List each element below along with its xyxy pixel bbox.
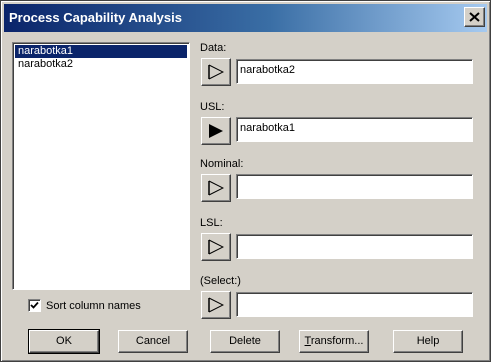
sort-checkbox-label: Sort column names xyxy=(46,300,141,312)
select-label: (Select:) xyxy=(200,275,241,287)
list-item[interactable]: narabotka1 xyxy=(15,45,187,58)
usl-label: USL: xyxy=(200,101,225,113)
close-icon xyxy=(469,12,480,22)
help-button[interactable]: Help xyxy=(393,330,463,353)
arrow-right-filled-icon xyxy=(209,124,223,138)
transform-button[interactable]: Transform... xyxy=(299,330,369,353)
usl-field[interactable]: narabotka1 xyxy=(236,117,473,142)
checkmark-icon xyxy=(30,301,39,309)
usl-assign-button[interactable] xyxy=(201,117,231,145)
sort-checkbox[interactable] xyxy=(28,299,41,312)
close-button[interactable] xyxy=(464,7,485,27)
nominal-field[interactable] xyxy=(236,174,473,199)
arrow-right-outline-icon xyxy=(208,239,224,255)
select-field[interactable] xyxy=(236,292,473,317)
nominal-label: Nominal: xyxy=(200,158,244,170)
dialog-window: Process Capability Analysis narabotka1 n… xyxy=(0,0,491,362)
window-title: Process Capability Analysis xyxy=(9,10,182,25)
nominal-assign-button[interactable] xyxy=(201,174,231,202)
select-assign-button[interactable] xyxy=(201,291,231,319)
data-assign-button[interactable] xyxy=(201,58,231,86)
list-item[interactable]: narabotka2 xyxy=(15,58,187,71)
arrow-right-outline-icon xyxy=(208,64,224,80)
lsl-label: LSL: xyxy=(200,217,223,229)
lsl-assign-button[interactable] xyxy=(201,233,231,261)
ok-button[interactable]: OK xyxy=(28,329,100,354)
data-label: Data: xyxy=(200,42,227,54)
arrow-right-outline-icon xyxy=(208,180,224,196)
arrow-right-outline-icon xyxy=(208,297,224,313)
lsl-field[interactable] xyxy=(236,234,473,259)
data-field[interactable]: narabotka2 xyxy=(236,59,473,84)
delete-button[interactable]: Delete xyxy=(210,330,280,353)
title-bar[interactable]: Process Capability Analysis xyxy=(4,4,487,32)
cancel-button[interactable]: Cancel xyxy=(118,330,188,353)
column-list[interactable]: narabotka1 narabotka2 xyxy=(12,42,190,290)
